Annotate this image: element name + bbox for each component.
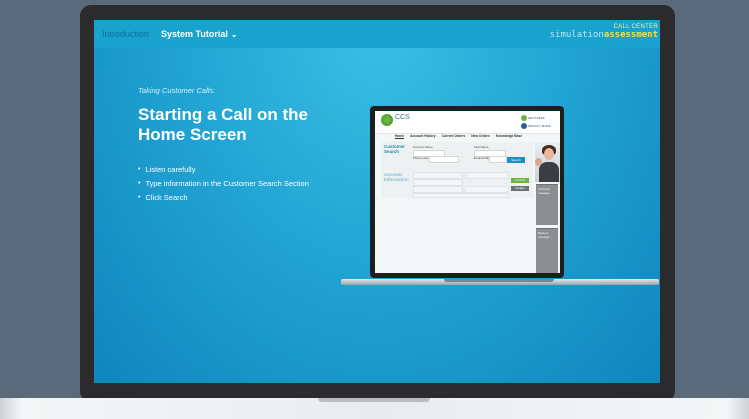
- bullet-item: • Click Search: [138, 191, 348, 205]
- mini-search-button: Search: [507, 157, 525, 163]
- bullet-icon: •: [138, 194, 141, 201]
- ccs-logo-text: CCS: [395, 114, 410, 121]
- course-screen: Introduction System Tutorial ⌄ CALL CENT…: [94, 20, 660, 383]
- bullet-text: Click Search: [145, 193, 188, 202]
- mini-laptop-notch: [444, 279, 554, 282]
- mini-tab-new-orders: New Orders: [471, 134, 490, 138]
- brand-logo: CALL CENTER simulationassessment: [550, 24, 658, 40]
- bullet-item: • Type information in the Customer Search…: [138, 177, 348, 191]
- mini-tab-knowledge-base: Knowledge Base: [495, 134, 523, 138]
- agent-photo: [535, 142, 560, 182]
- mini-message-panel: Customer message...: [536, 184, 558, 225]
- mini-update-button: Update: [511, 186, 529, 191]
- top-navigation-bar: Introduction System Tutorial ⌄ CALL CENT…: [94, 20, 660, 48]
- brand-simulation: simulation: [549, 30, 604, 40]
- mini-customer-search-heading: Customer Search: [384, 144, 406, 154]
- mini-info-field: [413, 179, 463, 186]
- mini-message-panel-label: Customer message...: [538, 187, 552, 195]
- help-desk-button: HELP DESK: [521, 115, 556, 121]
- nav-system-tutorial[interactable]: System Tutorial ⌄: [155, 29, 244, 39]
- bullet-item: • Listen carefully: [138, 163, 348, 177]
- slide-title: Starting a Call on the Home Screen: [138, 105, 309, 144]
- mini-info-field: [465, 186, 509, 193]
- mini-info-field: [413, 193, 509, 198]
- agent-photo-body: [539, 162, 559, 182]
- mini-info-field: [413, 186, 463, 193]
- mini-confirm-button: Confirm: [511, 178, 529, 183]
- brand-assessment: assessment: [603, 30, 658, 40]
- ccs-logo-icon: [381, 114, 393, 126]
- mini-phone-last-label: Phone Last: [413, 156, 429, 160]
- mini-tab-current-orders: Current Orders: [441, 134, 466, 138]
- slide-kicker: Taking Customer Calls:: [138, 86, 216, 95]
- bullet-list: • Listen carefully • Type information in t…: [138, 163, 348, 205]
- bullet-text: Type information in the Customer Search …: [145, 179, 309, 188]
- bullet-icon: •: [138, 166, 141, 173]
- mini-reply-panel: Reply to message...: [536, 228, 558, 273]
- mini-info-field: [413, 172, 463, 179]
- brand-line-2: simulationassessment: [550, 30, 658, 40]
- chevron-down-icon: ⌄: [230, 29, 238, 39]
- bullet-icon: •: [138, 180, 141, 187]
- mini-account-info-heading: Account Information: [384, 172, 409, 182]
- mini-info-field: [465, 172, 509, 179]
- nav-system-tutorial-label: System Tutorial: [161, 29, 228, 39]
- mini-app-tabs: Home Account History Current Orders New …: [395, 134, 522, 139]
- slide-content: Taking Customer Calls: Starting a Call o…: [138, 86, 348, 221]
- mini-account-name-label: Account Name: [413, 145, 433, 149]
- mini-phone-input: [429, 156, 459, 163]
- bullet-text: Listen carefully: [145, 165, 196, 174]
- mini-last-name-label: Last Name: [474, 145, 489, 149]
- mini-app-header: CCS HELP DESK PRIVACY MODE: [375, 111, 560, 134]
- laptop-base-notch: [318, 398, 430, 402]
- privacy-mode-button: PRIVACY MODE: [521, 123, 556, 129]
- mini-reply-panel-label: Reply to message...: [538, 231, 552, 239]
- nav-introduction[interactable]: Introduction: [96, 29, 155, 39]
- agent-photo-face: [544, 148, 554, 160]
- mini-app-screenshot: CCS HELP DESK PRIVACY MODE Home Account …: [375, 111, 560, 273]
- mini-customer-form: Customer Search Account Name Last Name P…: [381, 142, 533, 198]
- mini-tab-home: Home: [395, 134, 405, 139]
- mini-tab-account-history: Account History: [410, 134, 436, 138]
- mini-email-input: [489, 156, 507, 163]
